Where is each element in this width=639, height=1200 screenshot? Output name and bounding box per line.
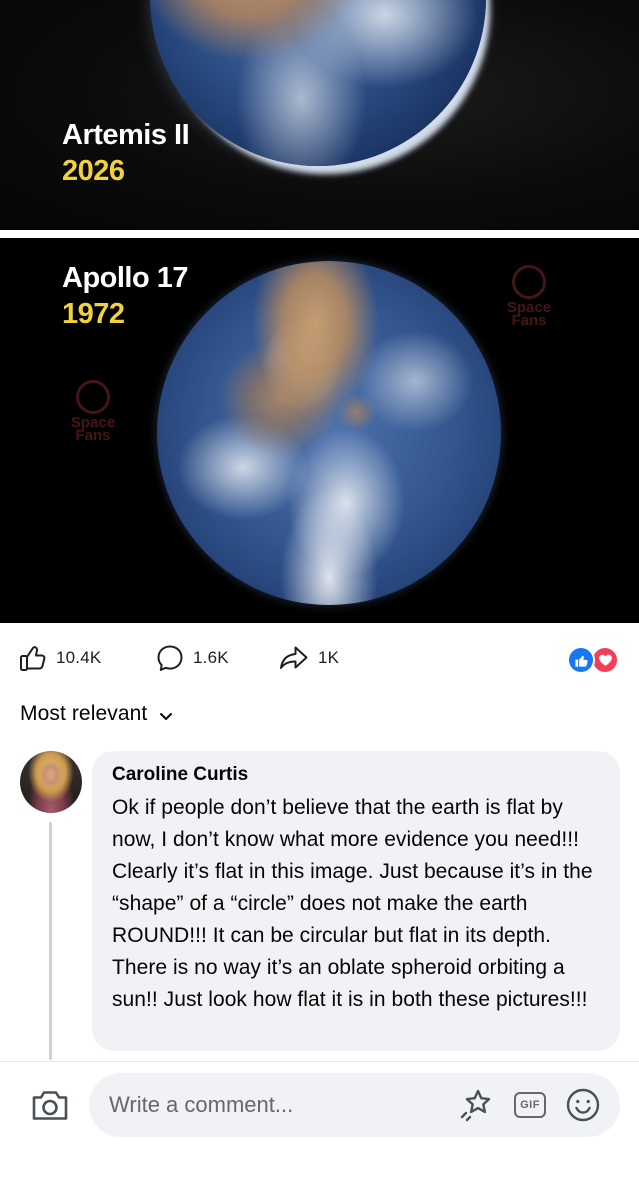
gif-icon: GIF bbox=[514, 1092, 546, 1118]
post-actions-bar: 10.4K 1.6K 1K bbox=[0, 634, 639, 682]
apollo-caption-title: Apollo 17 bbox=[62, 262, 189, 294]
watermark-logo-right: Space Fans bbox=[494, 265, 564, 329]
image-divider bbox=[0, 230, 639, 238]
watermark-line2: Fans bbox=[511, 312, 547, 329]
chevron-down-icon bbox=[160, 712, 173, 720]
apollo-image[interactable]: Apollo 17 1972 Space Fans Space Fans bbox=[0, 238, 639, 623]
share-arrow-icon bbox=[280, 646, 308, 669]
artemis-caption: Artemis II 2026 bbox=[62, 117, 190, 189]
share-button[interactable]: 1K bbox=[278, 642, 339, 674]
watermark-badge-icon bbox=[512, 265, 546, 299]
watermark-badge-icon bbox=[76, 380, 110, 414]
comment-input[interactable] bbox=[109, 1073, 449, 1137]
like-button[interactable]: 10.4K bbox=[18, 642, 101, 674]
camera-button[interactable] bbox=[28, 1085, 72, 1125]
artemis-caption-year: 2026 bbox=[62, 155, 125, 187]
like-reaction-icon bbox=[567, 646, 595, 674]
post-media[interactable]: Artemis II 2026 Apollo 17 1972 Space Fan… bbox=[0, 0, 639, 623]
comment-button[interactable]: 1.6K bbox=[155, 642, 229, 674]
share-count: 1K bbox=[318, 648, 340, 667]
watermark-logo-left: Space Fans bbox=[58, 380, 128, 444]
comment-composer: GIF bbox=[89, 1073, 620, 1137]
artemis-caption-title: Artemis II bbox=[62, 119, 190, 151]
thread-line bbox=[49, 822, 52, 1060]
like-count: 10.4K bbox=[56, 648, 102, 667]
reaction-summary[interactable] bbox=[567, 646, 623, 674]
sort-label: Most relevant bbox=[20, 702, 148, 725]
watermark-line2: Fans bbox=[75, 427, 111, 444]
artemis-image[interactable]: Artemis II 2026 bbox=[0, 0, 639, 230]
camera-icon bbox=[32, 1091, 68, 1120]
comment-sort-dropdown[interactable]: Most relevant bbox=[20, 702, 173, 726]
love-reaction-icon bbox=[591, 646, 619, 674]
comment-bubble-icon bbox=[157, 645, 183, 671]
apollo-caption-year: 1972 bbox=[62, 298, 125, 330]
thumbs-up-icon bbox=[20, 646, 46, 671]
apollo-caption: Apollo 17 1972 bbox=[62, 260, 189, 332]
composer-divider bbox=[0, 1061, 639, 1062]
comment-bubble[interactable]: Caroline Curtis Ok if people don’t belie… bbox=[92, 751, 620, 1051]
gif-button[interactable]: GIF bbox=[510, 1087, 550, 1123]
smiley-icon bbox=[566, 1088, 600, 1122]
sticker-star-icon bbox=[460, 1089, 491, 1122]
earth-photo-apollo bbox=[157, 261, 501, 605]
emoji-button[interactable] bbox=[563, 1087, 603, 1123]
comment-text: Ok if people don’t believe that the eart… bbox=[112, 796, 593, 1011]
commenter-avatar[interactable] bbox=[20, 751, 82, 813]
earth-photo-artemis bbox=[150, 0, 486, 166]
comment-author[interactable]: Caroline Curtis bbox=[112, 764, 602, 786]
comment-count: 1.6K bbox=[193, 648, 229, 667]
sticker-button[interactable] bbox=[457, 1087, 497, 1123]
